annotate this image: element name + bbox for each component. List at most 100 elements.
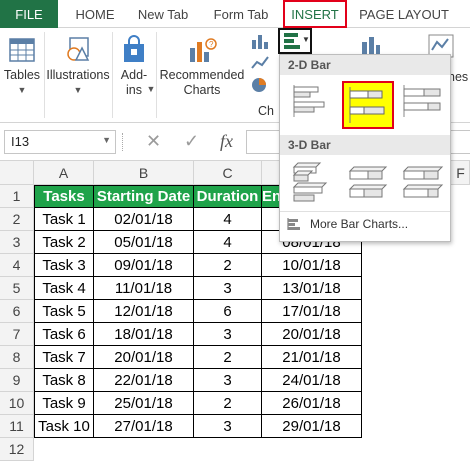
tab-new-tab[interactable]: New Tab	[132, 0, 194, 28]
table-cell[interactable]: Task 9	[34, 392, 94, 415]
insert-function-icon[interactable]: fx	[220, 131, 233, 152]
table-cell[interactable]: Task 5	[34, 300, 94, 323]
pivot-chart-icon[interactable]	[360, 34, 382, 56]
chevron-down-icon: ▼	[17, 85, 27, 95]
row-header[interactable]: 10	[0, 392, 34, 415]
line-chart-icon[interactable]	[250, 54, 270, 72]
table-header-cell[interactable]: Tasks	[34, 185, 94, 208]
column-chart-icon[interactable]	[250, 32, 270, 50]
table-cell[interactable]: 12/01/18	[94, 300, 194, 323]
table-cell[interactable]: 25/01/18	[94, 392, 194, 415]
insert-bar-chart-button[interactable]: ▼	[278, 28, 312, 54]
column-header-c[interactable]: C	[194, 161, 262, 185]
recommended-charts-icon: ?	[190, 38, 217, 62]
tab-page-layout[interactable]: PAGE LAYOUT	[356, 0, 452, 28]
table-cell[interactable]: 13/01/18	[262, 277, 362, 300]
bar-chart-icon	[284, 33, 300, 49]
stacked-bar-icon	[349, 87, 385, 123]
enter-icon[interactable]: ✓	[184, 131, 199, 152]
recommended-charts-button[interactable]: ? Recommended Charts	[158, 28, 246, 123]
table-cell[interactable]: Task 3	[34, 254, 94, 277]
row-header[interactable]: 11	[0, 415, 34, 438]
table-cell[interactable]: 21/01/18	[262, 346, 362, 369]
table-cell[interactable]: Task 8	[34, 369, 94, 392]
table-cell[interactable]: 05/01/18	[94, 231, 194, 254]
illustrations-button[interactable]: Illustrations ▼	[46, 28, 110, 123]
divider	[122, 133, 124, 151]
table-cell[interactable]: Task 1	[34, 208, 94, 231]
table-cell[interactable]: Task 7	[34, 346, 94, 369]
table-cell[interactable]: 3	[194, 277, 262, 300]
column-header-a[interactable]: A	[34, 161, 94, 185]
more-bar-charts-label: More Bar Charts...	[310, 217, 409, 231]
table-cell[interactable]: 24/01/18	[262, 369, 362, 392]
table-cell[interactable]: 3	[194, 415, 262, 438]
table-cell[interactable]: 11/01/18	[94, 277, 194, 300]
charts-group-label: Ch	[258, 104, 274, 118]
table-cell[interactable]: 29/01/18	[262, 415, 362, 438]
tab-form-tab[interactable]: Form Tab	[208, 0, 274, 28]
row-header[interactable]: 1	[0, 185, 34, 208]
table-cell[interactable]: Task 2	[34, 231, 94, 254]
lines-label-partial: nes	[448, 70, 469, 84]
table-cell[interactable]: 6	[194, 300, 262, 323]
row-header[interactable]: 12	[0, 438, 34, 461]
row-header[interactable]: 5	[0, 277, 34, 300]
table-cell[interactable]: 02/01/18	[94, 208, 194, 231]
row-header[interactable]: 6	[0, 300, 34, 323]
pie-chart-icon[interactable]	[250, 76, 270, 94]
row-header[interactable]: 4	[0, 254, 34, 277]
table-cell[interactable]: 26/01/18	[262, 392, 362, 415]
divider	[44, 32, 45, 118]
table-cell[interactable]: 3	[194, 323, 262, 346]
3d-stacked-bar-option[interactable]	[344, 161, 390, 201]
tab-file[interactable]: FILE	[0, 0, 58, 28]
stacked-bar-option[interactable]	[342, 81, 394, 129]
column-header-f-label: F	[456, 164, 465, 181]
section-2d-bar: 2-D Bar	[280, 55, 450, 75]
3d-clustered-bar-option[interactable]	[288, 161, 334, 202]
table-cell[interactable]: 27/01/18	[94, 415, 194, 438]
column-header-b[interactable]: B	[94, 161, 194, 185]
cancel-icon[interactable]: ✕	[146, 131, 161, 152]
table-cell[interactable]: 2	[194, 392, 262, 415]
tab-insert[interactable]: INSERT	[283, 0, 347, 28]
table-cell[interactable]: 17/01/18	[262, 300, 362, 323]
table-cell[interactable]: 20/01/18	[262, 323, 362, 346]
table-cell[interactable]: 10/01/18	[262, 254, 362, 277]
addins-button[interactable]: Add- ins ▼	[114, 28, 155, 123]
table-cell[interactable]: 2	[194, 254, 262, 277]
name-box[interactable]: I13 ▼	[4, 130, 116, 154]
table-cell[interactable]: 22/01/18	[94, 369, 194, 392]
table-cell[interactable]: Task 10	[34, 415, 94, 438]
more-bar-charts-link[interactable]: More Bar Charts...	[286, 217, 408, 231]
table-cell[interactable]: 4	[194, 231, 262, 254]
row-header[interactable]: 8	[0, 346, 34, 369]
100-stacked-bar-option[interactable]	[400, 81, 446, 121]
table-cell[interactable]: 09/01/18	[94, 254, 194, 277]
table-header-cell[interactable]: Starting Date	[94, 185, 194, 208]
table-cell[interactable]: Task 6	[34, 323, 94, 346]
store-icon	[124, 35, 144, 62]
3d-100-stacked-bar-option[interactable]	[400, 161, 446, 201]
table-cell[interactable]: 2	[194, 346, 262, 369]
clustered-bar-option[interactable]	[288, 81, 334, 121]
table-header-cell[interactable]: Duration	[194, 185, 262, 208]
tables-button[interactable]: Tables ▼	[2, 28, 42, 123]
table-cell[interactable]: 20/01/18	[94, 346, 194, 369]
shapes-icon	[67, 37, 90, 61]
3d-stacked-bar-icon	[348, 166, 388, 198]
select-all-corner[interactable]	[0, 161, 34, 185]
table-cell[interactable]: 18/01/18	[94, 323, 194, 346]
row-header[interactable]: 2	[0, 208, 34, 231]
divider	[156, 32, 157, 118]
row-header[interactable]: 7	[0, 323, 34, 346]
table-cell[interactable]: 4	[194, 208, 262, 231]
table-cell[interactable]: Task 4	[34, 277, 94, 300]
tab-home[interactable]: HOME	[70, 0, 120, 28]
row-header[interactable]: 9	[0, 369, 34, 392]
row-header[interactable]: 3	[0, 231, 34, 254]
3d-percent-stacked-bar-icon	[402, 166, 444, 198]
clustered-bar-icon	[293, 85, 325, 117]
table-cell[interactable]: 3	[194, 369, 262, 392]
